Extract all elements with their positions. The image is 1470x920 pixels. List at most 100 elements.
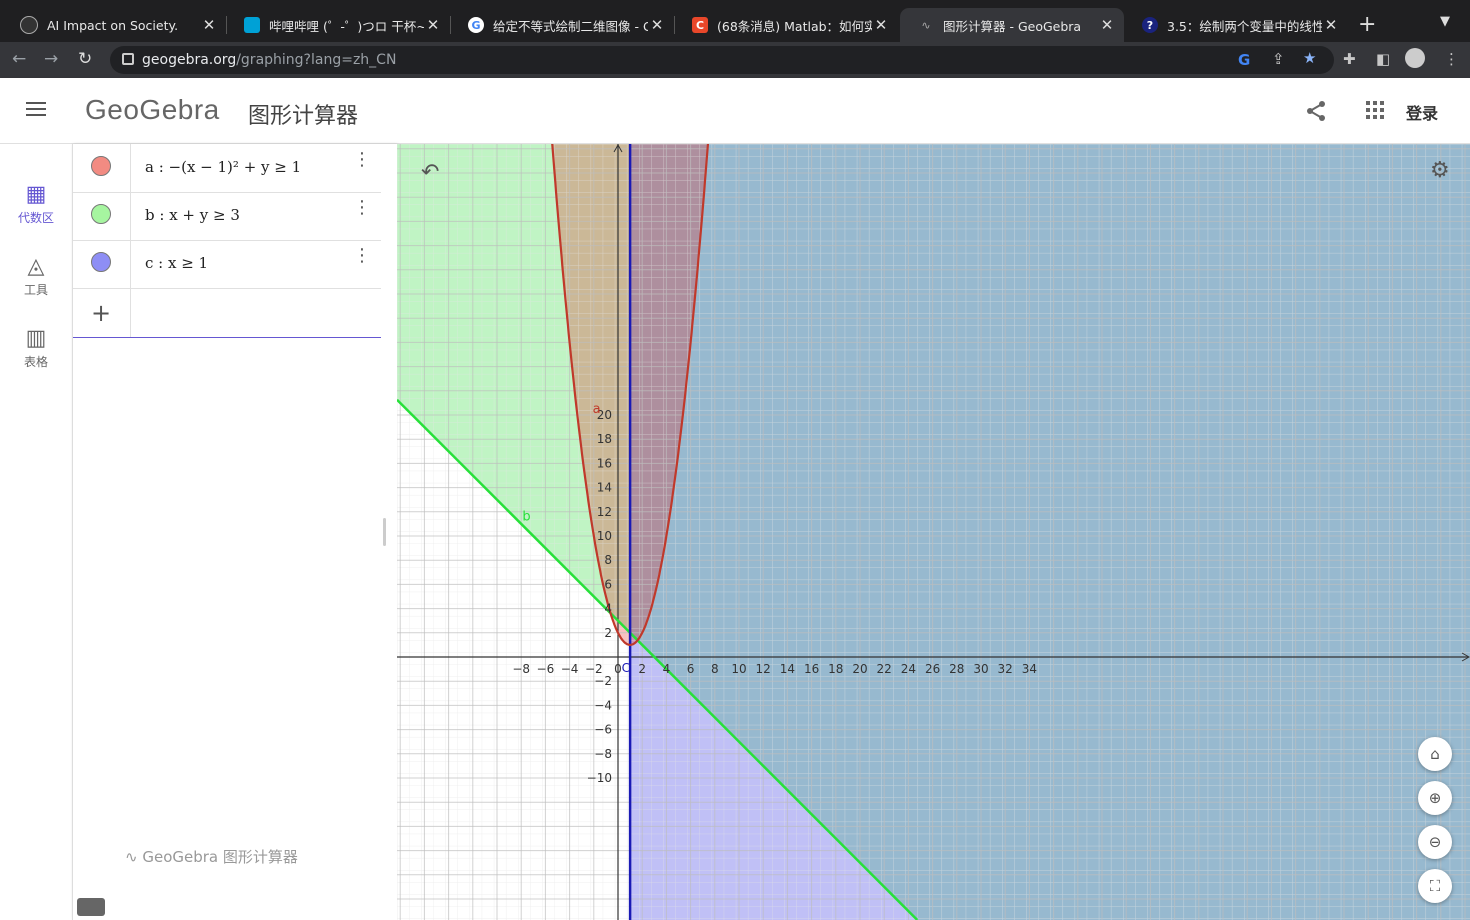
question-icon: ?: [1142, 17, 1158, 33]
undo-icon[interactable]: ↶: [421, 160, 439, 185]
x-tick-label: −8: [512, 662, 530, 676]
home-button[interactable]: ⌂: [1418, 737, 1452, 771]
visibility-marker: [73, 192, 131, 240]
more-options-icon[interactable]: ⋮: [353, 247, 371, 265]
fullscreen-button[interactable]: ⛶: [1418, 869, 1452, 903]
bilibili-icon: [244, 17, 260, 33]
brand-footer: ∿ GeoGebra 图形计算器: [125, 846, 298, 867]
chevron-down-icon[interactable]: ▼: [1440, 14, 1450, 29]
browser-tab[interactable]: AI Impact on Society. ✕: [2, 8, 226, 42]
new-tab-icon[interactable]: +: [1358, 12, 1376, 37]
close-icon[interactable]: ✕: [1098, 16, 1116, 34]
tab-title: 哔哩哔哩 (゜-゜)つロ 干杯~-bilibili: [269, 18, 424, 34]
x-tick-label: 14: [780, 662, 795, 676]
close-icon[interactable]: ✕: [200, 16, 218, 34]
algebra-item-b[interactable]: b : x + y ≥ 3 ⋮: [73, 192, 381, 241]
rail-item-table[interactable]: ▥ 表格: [0, 326, 72, 370]
browser-tab-strip: AI Impact on Society. ✕ 哔哩哔哩 (゜-゜)つロ 干杯~…: [0, 0, 1470, 42]
x-tick-label: 4: [663, 662, 671, 676]
table-icon: ▥: [25, 326, 47, 351]
graphics-view[interactable]: −8 −6 −4 −2 0 2 4 6 8 10 12 14 16 18 20 22 24 26 28 30 32 34−…: [397, 144, 1470, 920]
browser-toolbar: ← → ↻ geogebra.org/graphing?lang=zh_CN G…: [0, 42, 1470, 78]
x-tick-label: 18: [828, 662, 843, 676]
close-icon[interactable]: ✕: [424, 16, 442, 34]
lock-icon: [122, 53, 134, 65]
bookmark-star-icon[interactable]: ★: [1303, 49, 1316, 67]
zoom-out-icon: ⊖: [1428, 833, 1442, 851]
y-tick-label: −10: [587, 771, 612, 785]
close-icon[interactable]: ✕: [648, 16, 666, 34]
panel-resize-handle[interactable]: [383, 518, 386, 546]
menu-icon[interactable]: [26, 102, 46, 120]
zoom-in-button[interactable]: ⊕: [1418, 781, 1452, 815]
y-tick-label: −4: [594, 698, 612, 712]
apps-grid-icon[interactable]: [1366, 101, 1384, 119]
x-tick-label: 26: [925, 662, 940, 676]
url-host: geogebra.org: [142, 52, 237, 68]
zoom-out-button[interactable]: ⊖: [1418, 825, 1452, 859]
geogebra-icon: ∿: [921, 18, 931, 32]
share-icon[interactable]: [1305, 100, 1327, 127]
back-icon[interactable]: ←: [12, 49, 26, 69]
x-tick-label: 24: [901, 662, 916, 676]
forward-icon[interactable]: →: [44, 49, 58, 69]
google-icon: G: [468, 17, 484, 33]
graph-canvas[interactable]: −8 −6 −4 −2 0 2 4 6 8 10 12 14 16 18 20 22 24 26 28 30 32 34−…: [397, 144, 1470, 920]
x-tick-label: 16: [804, 662, 819, 676]
algebra-expression[interactable]: c : x ≥ 1: [145, 254, 208, 272]
algebra-item-c[interactable]: c : x ≥ 1 ⋮: [73, 240, 381, 289]
algebra-item-a[interactable]: a : −(x − 1)² + y ≥ 1 ⋮: [73, 144, 381, 193]
gear-icon[interactable]: ⚙: [1430, 158, 1450, 183]
more-icon[interactable]: ⋮: [1444, 50, 1459, 68]
color-dot[interactable]: [91, 156, 111, 176]
y-tick-label: 14: [597, 481, 612, 495]
curve-label-a: a: [593, 402, 601, 417]
algebra-input-row[interactable]: +: [73, 289, 381, 338]
y-tick-label: 2: [604, 626, 612, 640]
openai-icon: [20, 16, 38, 34]
color-dot[interactable]: [91, 204, 111, 224]
rail-item-tools[interactable]: ◬ 工具: [0, 254, 72, 298]
extensions-icon[interactable]: ✚: [1343, 50, 1356, 68]
shapes-icon: ◬: [27, 254, 45, 279]
algebra-expression[interactable]: b : x + y ≥ 3: [145, 206, 240, 224]
y-tick-label: 18: [597, 432, 612, 446]
geogebra-logo[interactable]: GeoGebra: [85, 94, 220, 126]
rail-item-label: 工具: [23, 283, 48, 297]
rail-item-algebra[interactable]: ▦ 代数区: [0, 182, 72, 226]
keyboard-icon[interactable]: [77, 898, 105, 916]
y-tick-label: −6: [594, 723, 612, 737]
y-tick-label: 12: [597, 505, 612, 519]
more-options-icon[interactable]: ⋮: [353, 151, 371, 169]
more-options-icon[interactable]: ⋮: [353, 199, 371, 217]
reload-icon[interactable]: ↻: [78, 49, 92, 69]
browser-tab[interactable]: G 给定不等式绘制二维图像 - Google ✕: [450, 8, 674, 42]
browser-tab[interactable]: 哔哩哔哩 (゜-゜)つロ 干杯~-bilibili ✕: [226, 8, 450, 42]
fullscreen-icon: ⛶: [1429, 877, 1441, 895]
y-tick-label: 6: [604, 577, 612, 591]
avatar[interactable]: [1405, 48, 1425, 68]
plus-icon[interactable]: +: [91, 299, 111, 327]
browser-tab-active[interactable]: ∿ 图形计算器 - GeoGebra ✕: [900, 8, 1124, 42]
visibility-marker: [73, 144, 131, 192]
close-icon[interactable]: ✕: [872, 16, 890, 34]
side-panel-icon[interactable]: ◧: [1376, 50, 1390, 68]
algebra-expression[interactable]: a : −(x − 1)² + y ≥ 1: [145, 158, 301, 176]
y-tick-label: 16: [597, 456, 612, 470]
x-tick-label: 8: [711, 662, 719, 676]
google-lens-icon[interactable]: G: [1238, 51, 1250, 69]
y-tick-label: 8: [604, 553, 612, 567]
geogebra-icon: ∿: [125, 848, 143, 866]
close-icon[interactable]: ✕: [1322, 16, 1340, 34]
x-tick-label: 6: [687, 662, 695, 676]
color-dot[interactable]: [91, 252, 111, 272]
address-bar[interactable]: geogebra.org/graphing?lang=zh_CN G ⇪ ★: [110, 46, 1334, 74]
browser-tab[interactable]: ? 3.5：绘制两个变量中的线性不等式 ✕: [1124, 8, 1348, 42]
browser-tab[interactable]: C (68条消息) Matlab：如何实现 ✕: [674, 8, 898, 42]
zoom-in-icon: ⊕: [1428, 789, 1442, 807]
share-icon[interactable]: ⇪: [1272, 50, 1285, 68]
login-button[interactable]: 登录: [1406, 100, 1438, 124]
x-tick-label: 30: [973, 662, 988, 676]
left-rail: ▦ 代数区 ◬ 工具 ▥ 表格: [0, 144, 72, 920]
url-path: /graphing?lang=zh_CN: [236, 52, 397, 68]
